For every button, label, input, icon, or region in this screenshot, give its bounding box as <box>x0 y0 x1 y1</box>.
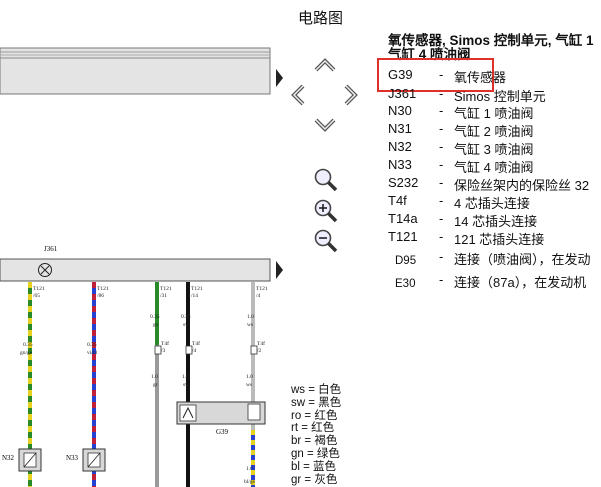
color-code: sw = 黑色 <box>291 396 342 409</box>
pan-up-button[interactable] <box>314 57 336 73</box>
color-code: bl = 蓝色 <box>291 460 337 473</box>
color-code: gn = 绿色 <box>291 447 340 460</box>
chevron-right-icon <box>344 84 358 106</box>
svg-text:sw: sw <box>183 322 189 328</box>
pin-label-3: T121 <box>160 286 172 292</box>
n33-diagram-label: N33 <box>66 454 79 462</box>
lower-label-3: 1.0 <box>246 374 253 380</box>
svg-text:/31: /31 <box>160 293 167 299</box>
connector-label-1: T4f <box>161 340 169 347</box>
svg-text:/65: /65 <box>33 293 40 299</box>
zoom-fit-button[interactable] <box>313 167 339 193</box>
g39-diagram-label: G39 <box>216 428 229 436</box>
svg-text:ws: ws <box>246 382 252 388</box>
color-code-list: ws = 白色 sw = 黑色 ro = 红色 rt = 红色 br = 褐色 … <box>291 384 341 486</box>
color-code: ro = 红色 <box>291 409 338 422</box>
n32-diagram-label: N32 <box>2 454 15 462</box>
svg-text:/86: /86 <box>97 293 104 299</box>
svg-text:/3: /3 <box>161 348 166 354</box>
color-code: br = 褐色 <box>291 435 338 448</box>
connector-label-2: T4f <box>192 340 200 347</box>
svg-text:/4: /4 <box>256 293 261 299</box>
color-code: gr = 灰色 <box>291 473 338 486</box>
svg-text:bl/ge: bl/ge <box>244 479 256 485</box>
unit-label: J361 <box>44 245 58 253</box>
control-unit-bar <box>0 258 271 282</box>
pin-label-2: T121 <box>97 286 109 292</box>
chevron-down-icon <box>314 118 336 132</box>
chevron-up-icon <box>314 58 336 72</box>
wiring-diagram: J361 T121/65 T121/86 T121/31 T121/14 T12… <box>0 47 283 487</box>
collapse-arrow-icon <box>276 69 283 87</box>
legend-rows: G39- 氧传感器 J361- Simos 控制单元 N30- 气缸 1 喷油阀 N3… <box>388 67 591 290</box>
zoom-out-icon <box>314 229 338 253</box>
lower-label-1: 1.0 <box>151 374 158 380</box>
svg-text:ws: ws <box>247 322 253 328</box>
pan-left-button[interactable] <box>290 84 306 106</box>
wire-size-2: 0.35 <box>87 342 97 348</box>
pan-down-button[interactable] <box>314 117 336 133</box>
wire-size-3: 0.35 <box>150 314 160 320</box>
lower-label-4: 1.0 <box>246 466 253 472</box>
pin-label-1: T121 <box>33 286 45 292</box>
pin-label-5: T121 <box>256 286 268 292</box>
pin-label-4: T121 <box>191 286 203 292</box>
svg-text:/2: /2 <box>257 348 262 354</box>
svg-text:/14: /14 <box>191 293 198 299</box>
magnifier-icon <box>314 168 338 192</box>
zoom-in-icon <box>314 199 338 223</box>
chevron-left-icon <box>291 84 305 106</box>
lower-label-2: 1.0 <box>182 374 189 380</box>
page-title: 电路图 <box>298 10 344 27</box>
wire-size-1: 0.35 <box>23 342 33 348</box>
connector-label-3: T4f <box>257 340 265 347</box>
color-code: rt = 红色 <box>291 422 335 435</box>
svg-text:gn: gn <box>153 322 159 328</box>
svg-text:vi/bl: vi/bl <box>87 350 98 356</box>
svg-text:sw: sw <box>183 382 189 388</box>
svg-text:/4: /4 <box>192 348 197 354</box>
zoom-in-button[interactable] <box>313 198 339 224</box>
svg-text:gn/ge: gn/ge <box>20 350 33 356</box>
svg-text:gr: gr <box>153 382 158 388</box>
zoom-out-button[interactable] <box>313 228 339 254</box>
color-code: ws = 白色 <box>291 384 342 396</box>
pan-right-button[interactable] <box>343 84 359 106</box>
collapse-arrow-icon-2 <box>276 261 283 279</box>
wire-size-4: 0.35 <box>181 314 191 320</box>
wire-size-5: 1.0 <box>247 314 254 320</box>
